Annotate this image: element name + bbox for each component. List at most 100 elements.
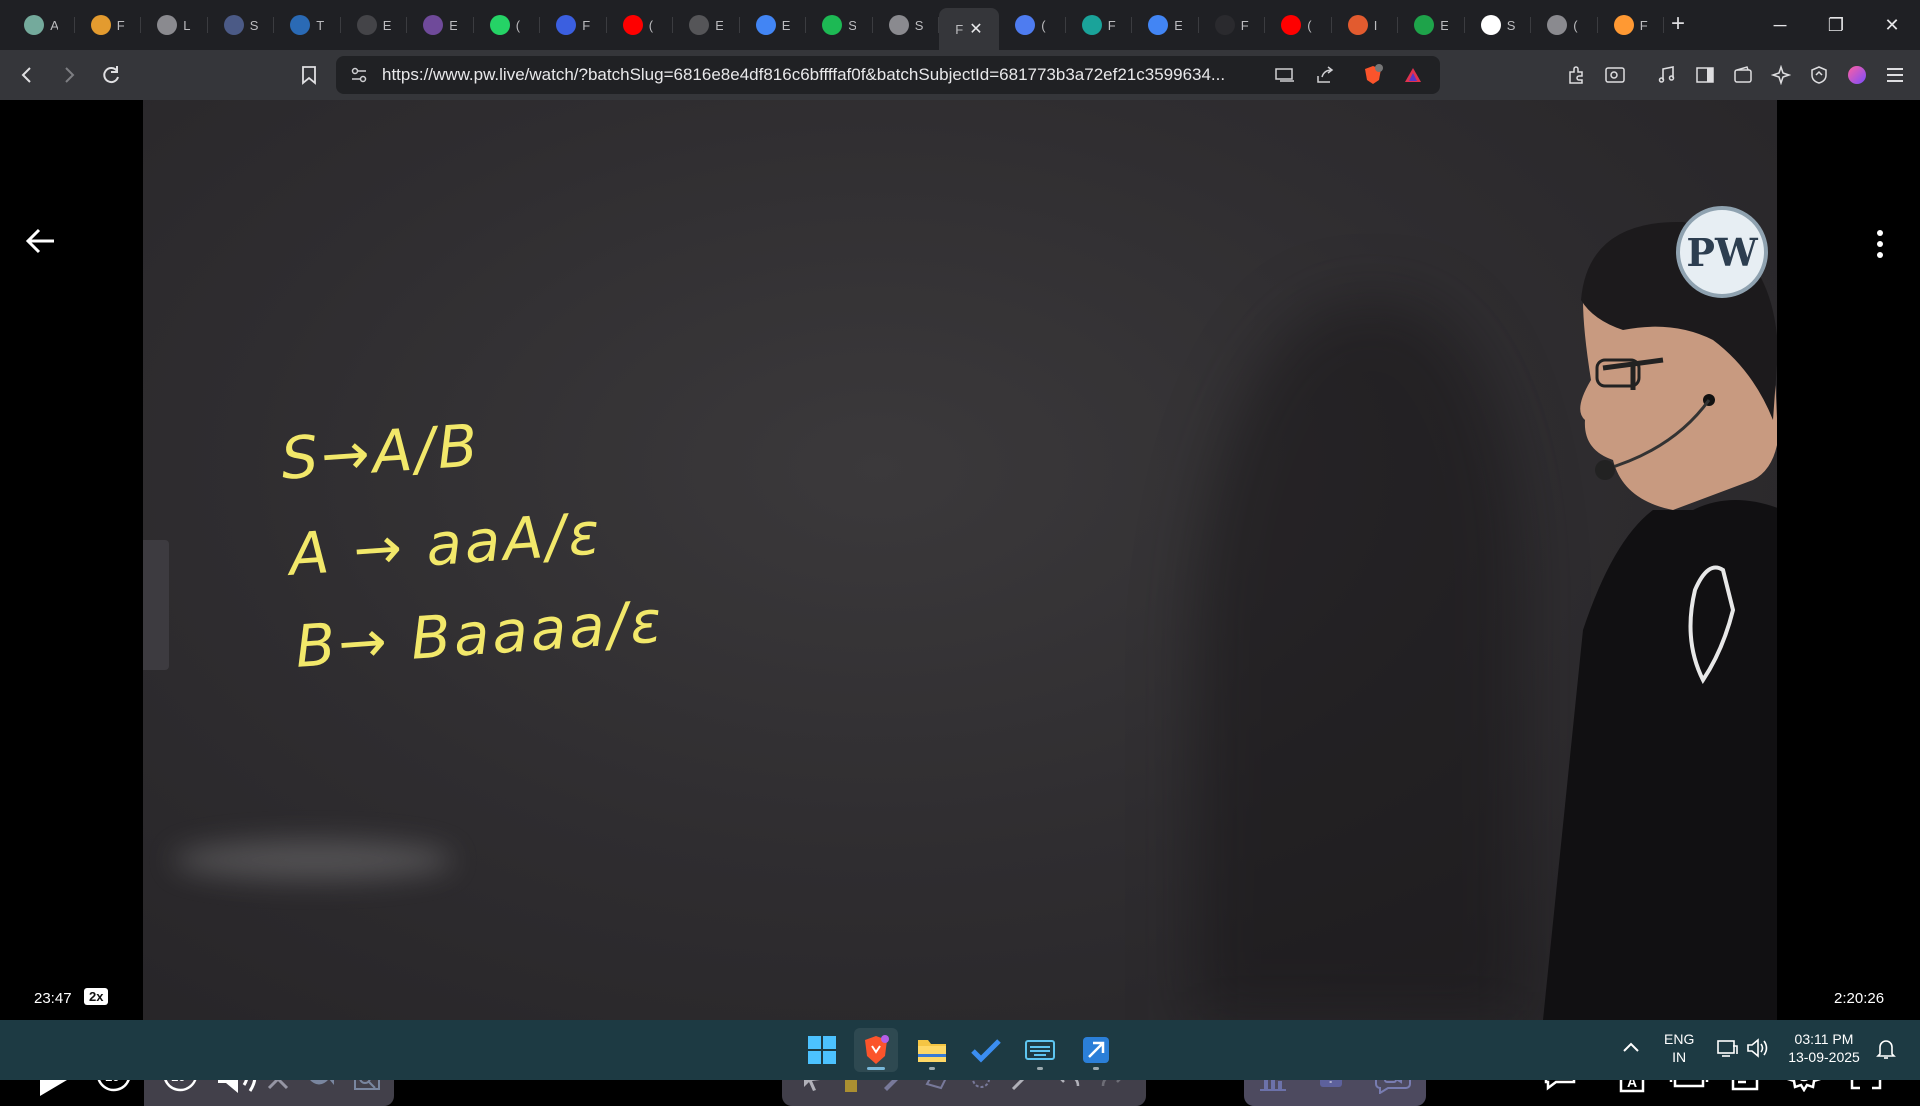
browser-toolbar: https://www.pw.live/watch/?batchSlug=681… [0,50,1920,100]
forward-arrow-icon [65,67,75,83]
tab-title: T [316,17,325,33]
green-sign-icon [1414,15,1435,35]
browser-tab[interactable]: A [8,5,75,45]
taskbar-file-explorer[interactable] [910,1028,954,1072]
close-tab-icon[interactable]: ✕ [969,19,982,39]
tab-title: E [1440,17,1449,33]
taskbar-snipping-tool[interactable] [1074,1028,1118,1072]
browser-tab[interactable]: F [1199,5,1266,45]
brave-shields-icon[interactable] [1360,62,1386,88]
browser-tab[interactable]: F ✕ [939,8,999,50]
leo-ai-icon[interactable] [1766,60,1796,90]
browser-tab[interactable]: ( [607,5,674,45]
menu-icon[interactable] [1880,60,1910,90]
url-text[interactable]: https://www.pw.live/watch/?batchSlug=681… [382,65,1225,85]
browser-tab[interactable]: ( [474,5,541,45]
reader-mode-icon[interactable] [1600,60,1630,90]
volume-tray-icon[interactable] [1746,1038,1770,1061]
forward-button[interactable] [50,56,88,94]
browser-tab[interactable]: ( [999,5,1066,45]
back-button[interactable] [8,56,46,94]
spotify-icon [822,15,843,35]
profile-icon[interactable] [1842,60,1872,90]
browser-tab[interactable]: S [873,5,940,45]
player-back-button[interactable] [24,224,60,260]
reload-icon [103,66,119,84]
close-window-button[interactable]: ✕ [1864,0,1920,50]
share-icon[interactable] [1312,62,1338,88]
browser-tab[interactable]: ( [1265,5,1332,45]
site-settings-icon[interactable] [346,62,372,88]
snipping-icon [1083,1037,1109,1063]
vpn-shield-icon[interactable] [1804,60,1834,90]
chevron-up-icon [1623,1042,1639,1052]
browser-tab[interactable]: F [540,5,607,45]
taskbar-todo[interactable] [964,1028,1008,1072]
sidebar-icon[interactable] [1690,60,1720,90]
windows-logo-icon [808,1036,836,1064]
browser-tab[interactable]: E [673,5,740,45]
back-arrow-icon [21,67,31,83]
browser-tab[interactable]: S [806,5,873,45]
browser-tab[interactable]: F [1066,5,1133,45]
presenter-image [1543,221,1777,1020]
reload-button[interactable] [92,56,130,94]
clock[interactable]: 03:11 PM 13-09-2025 [1784,1030,1864,1066]
bookmark-icon [302,66,316,85]
tab-strip: A F L S T E E(F(E E S S F ✕(F E F(I E S(F [0,0,1920,50]
start-button[interactable] [800,1028,844,1072]
side-drawer-handle[interactable] [143,540,169,670]
globe-icon [1547,15,1568,35]
show-hidden-icons[interactable] [1622,1040,1640,1057]
tab-title: F [955,21,964,37]
dark-site-icon [356,15,377,35]
striped-ball-icon [1347,15,1368,35]
browser-tab[interactable]: E [1398,5,1465,45]
taskbar-keyboard[interactable] [1018,1028,1062,1072]
extensions-icon[interactable] [1562,60,1592,90]
video-player[interactable]: S→A/B A → aaA/ε B→ Baaaa/ε PW 23:47 2x 2… [0,100,1920,1106]
wallet-icon[interactable] [1728,60,1758,90]
browser-tab[interactable]: E [740,5,807,45]
browser-tab[interactable]: S [1465,5,1532,45]
new-tab-button[interactable]: + [1660,6,1696,42]
browser-tab[interactable]: F [75,5,142,45]
media-icon[interactable] [1652,60,1682,90]
bookmark-button[interactable] [290,56,328,94]
video-frame[interactable]: S→A/B A → aaA/ε B→ Baaaa/ε [143,100,1777,1020]
network-icon[interactable] [1716,1038,1738,1061]
tab-title: A [50,17,59,33]
browser-tab[interactable]: ( [1531,5,1598,45]
tab-title: E [382,17,391,33]
browser-tab[interactable]: L [141,5,208,45]
chatgpt-icon [24,15,45,35]
tab-title: ( [648,17,654,33]
brave-rewards-icon[interactable] [1400,62,1426,88]
tab-title: F [1107,17,1116,33]
browser-tab[interactable]: E [407,5,474,45]
browser-tab[interactable]: E [341,5,408,45]
browser-tab[interactable]: S [208,5,275,45]
browser-tab[interactable]: E [1132,5,1199,45]
taskbar-brave[interactable] [854,1028,898,1072]
notification-bell-icon[interactable] [1876,1038,1896,1063]
tab-title: F [116,17,125,33]
restore-button[interactable]: ❐ [1808,0,1864,50]
playback-speed-badge[interactable]: 2x [84,988,109,1005]
browser-tab[interactable]: T [274,5,341,45]
tab-title: F [1639,17,1648,33]
folder-icon [918,1040,946,1062]
browser-tab[interactable]: F [1598,5,1665,45]
address-bar[interactable]: https://www.pw.live/watch/?batchSlug=681… [336,56,1440,94]
browser-tab[interactable]: I [1332,5,1399,45]
running-indicator [1037,1067,1043,1070]
tab-title: S [914,17,923,33]
minimize-button[interactable]: ─ [1752,0,1808,50]
board-line-3: B→ Baaaa/ε [293,587,667,681]
wordpress-icon [290,15,311,35]
whatsapp-icon [489,15,510,35]
india-flag-icon [1613,15,1634,35]
cast-icon[interactable] [1272,62,1298,88]
more-options-button[interactable] [1864,224,1896,264]
language-indicator[interactable]: ENG IN [1664,1030,1694,1066]
